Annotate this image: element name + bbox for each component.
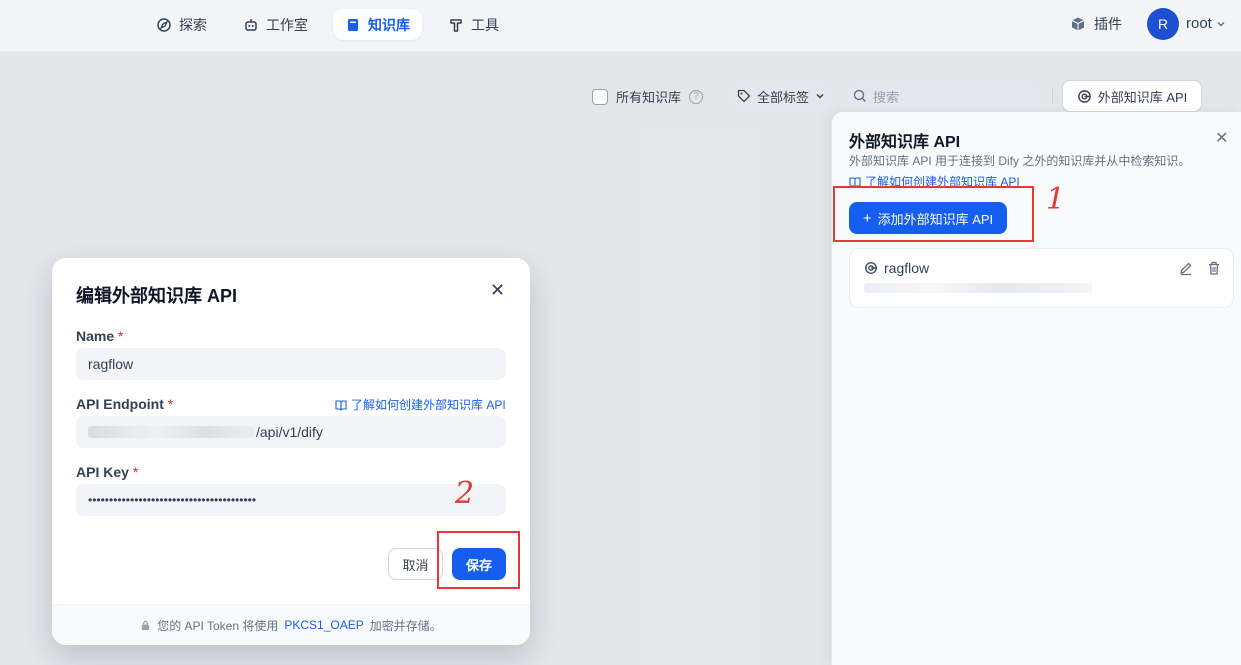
annotation-box-step2: [437, 531, 520, 589]
name-label: Name *: [76, 328, 123, 344]
external-api-button[interactable]: 外部知识库 API: [1062, 80, 1202, 112]
tag-filter-button[interactable]: 全部标签: [727, 81, 835, 111]
api-key-value: ••••••••••••••••••••••••••••••••••••••••: [88, 493, 257, 507]
nav-item-tools[interactable]: 工具: [436, 9, 511, 40]
lock-icon: [142, 620, 150, 630]
help-icon[interactable]: ?: [689, 89, 704, 104]
chevron-down-icon: [816, 93, 824, 99]
avatar[interactable]: R: [1147, 8, 1179, 40]
panel-title: 外部知识库 API: [849, 134, 961, 151]
api-list-item[interactable]: ragflow: [849, 248, 1234, 308]
annotation-box-step1: [833, 186, 1034, 242]
edit-icon[interactable]: [1178, 260, 1194, 276]
name-label-text: Name: [76, 328, 115, 344]
footer-prefix: 您的 API Token 将使用: [157, 618, 279, 633]
nav-item-knowledge[interactable]: 知识库: [333, 9, 422, 40]
footer-suffix: 加密并存储。: [369, 618, 442, 633]
api-name: ragflow: [884, 260, 930, 276]
api-endpoint-redacted: [864, 283, 1092, 293]
book-open-icon: [335, 399, 347, 411]
cube-icon: [1071, 17, 1085, 31]
search-icon: [853, 89, 866, 102]
nav-label: 探索: [179, 16, 207, 33]
user-menu[interactable]: root: [1186, 15, 1226, 32]
trash-icon[interactable]: [1206, 260, 1222, 276]
required-mark: *: [118, 328, 124, 344]
annotation-number-step2: 2: [455, 476, 475, 511]
nav-label: 知识库: [368, 16, 410, 33]
nav-label: 工作室: [266, 16, 308, 33]
chevron-down-icon: [1217, 21, 1225, 27]
api-key-label-text: API Key: [76, 464, 129, 480]
api-connection-icon: [865, 262, 877, 274]
all-knowledge-toggle[interactable]: 所有知识库 ?: [592, 87, 704, 106]
endpoint-doc-link-label: 了解如何创建外部知识库 API: [351, 398, 506, 412]
plugins-button[interactable]: 插件: [1070, 14, 1122, 34]
close-icon[interactable]: ✕: [490, 280, 505, 301]
top-navigation: 探索 工作室 知识库 工具 插件 R root: [0, 0, 1241, 52]
api-connection-icon: [1077, 89, 1091, 103]
dialog-footer: 您的 API Token 将使用 PKCS1_OAEP 加密并存储。: [52, 604, 530, 645]
tag-filter-label: 全部标签: [757, 89, 810, 105]
endpoint-doc-link[interactable]: 了解如何创建外部知识库 API: [335, 396, 506, 413]
close-icon[interactable]: ✕: [1215, 128, 1228, 148]
external-api-label: 外部知识库 API: [1097, 89, 1188, 105]
footer-algorithm: PKCS1_OAEP: [284, 618, 364, 632]
endpoint-value: /api/v1/dify: [256, 424, 323, 440]
api-key-field[interactable]: ••••••••••••••••••••••••••••••••••••••••: [76, 484, 506, 516]
endpoint-label: API Endpoint *: [76, 396, 173, 412]
username: root: [1186, 15, 1212, 32]
cancel-button[interactable]: 取消: [388, 548, 443, 580]
plugins-label: 插件: [1094, 16, 1122, 32]
tag-icon: [737, 89, 751, 103]
nav-label: 工具: [471, 16, 499, 33]
dialog-title: 编辑外部知识库 API: [76, 286, 238, 306]
all-knowledge-label: 所有知识库: [616, 90, 682, 105]
endpoint-field[interactable]: /api/v1/dify: [76, 416, 506, 448]
nav-item-studio[interactable]: 工作室: [231, 9, 320, 40]
robot-icon: [245, 18, 257, 31]
required-mark: *: [167, 396, 174, 412]
all-knowledge-checkbox[interactable]: [592, 88, 608, 105]
annotation-number-step1: 1: [1046, 182, 1066, 217]
redacted-host: [88, 426, 254, 438]
required-mark: *: [132, 464, 139, 480]
name-value: ragflow: [88, 356, 134, 372]
search-placeholder: 搜索: [873, 89, 900, 105]
panel-description: 外部知识库 API 用于连接到 Dify 之外的知识库并从中检索知识。: [849, 154, 1191, 168]
nav-item-explore[interactable]: 探索: [144, 9, 219, 40]
hammer-icon: [450, 18, 462, 32]
compass-icon: [157, 17, 171, 32]
search-input[interactable]: 搜索: [845, 81, 1044, 111]
name-field[interactable]: ragflow: [76, 348, 506, 380]
toolbar-divider: [1052, 88, 1053, 104]
endpoint-label-text: API Endpoint: [76, 396, 164, 412]
book-icon: [348, 18, 358, 31]
api-key-label: API Key *: [76, 464, 138, 480]
